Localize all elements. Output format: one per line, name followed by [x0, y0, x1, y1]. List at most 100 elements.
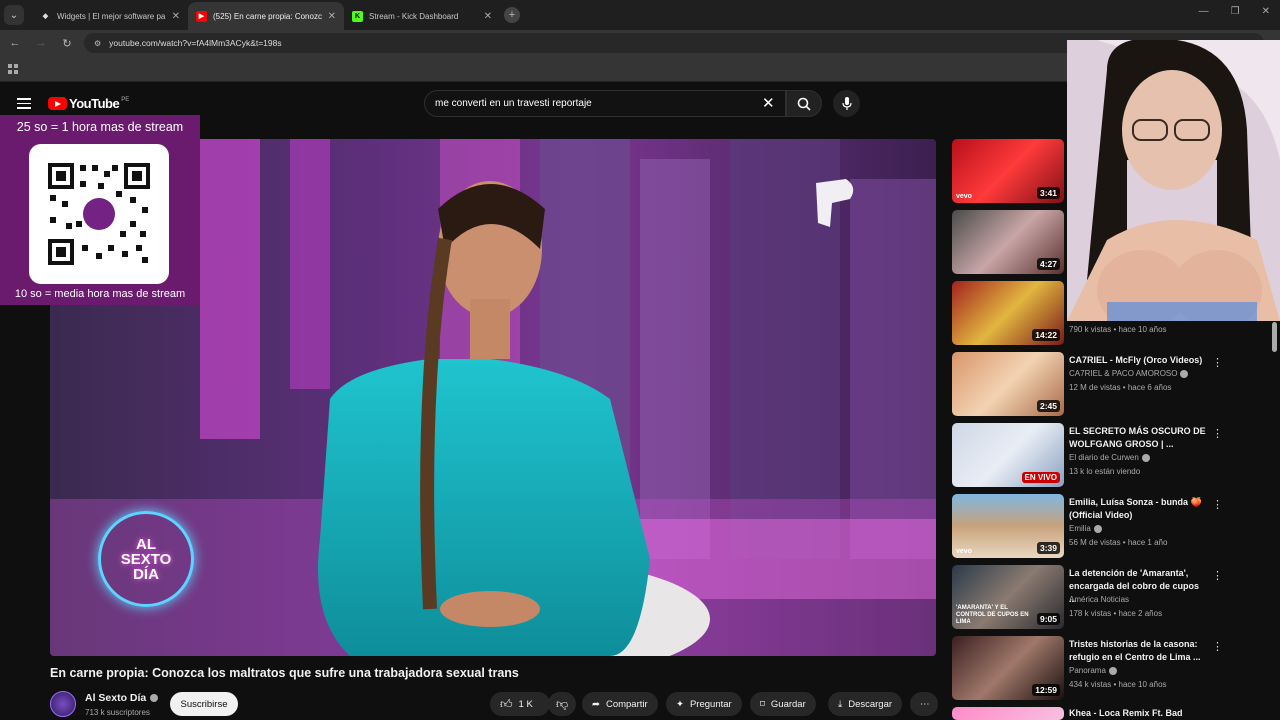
video-thumbnail: EN VIVO — [952, 423, 1064, 487]
thumbs-down-icon: 👎︎ — [556, 696, 569, 711]
video-meta: 12 M de vistas • hace 6 años — [1069, 383, 1172, 392]
sparkle-icon: ✦ — [676, 698, 684, 710]
close-tab-icon[interactable]: ✕ — [172, 11, 180, 22]
kick-icon: K — [352, 10, 363, 22]
video-meta: 790 k vistas • hace 10 años — [1069, 325, 1167, 334]
webcam-frame — [1067, 40, 1280, 321]
donation-top-text: 25 so = 1 hora mas de stream — [16, 120, 184, 134]
forward-icon[interactable]: → — [30, 37, 52, 49]
qr-code-icon — [46, 161, 152, 267]
search-icon — [797, 97, 811, 111]
channel-name: CA7RIEL & PACO AMOROSO — [1069, 369, 1189, 378]
microphone-icon — [841, 96, 852, 110]
donation-bottom-text: 10 so = media hora mas de stream — [14, 288, 186, 300]
screen: ⌄ ◆ Widgets | El mejor software pa ✕ ▶ (… — [0, 0, 1280, 720]
duration-badge: 14:22 — [1032, 329, 1060, 341]
video-meta: 434 k vistas • hace 10 años — [1069, 680, 1167, 689]
dislike-button[interactable]: 👎︎ — [548, 692, 576, 716]
recommendation-item[interactable]: EN VIVO EL SECRETO MÁS OSCURO DE WOLFGAN… — [952, 423, 1272, 489]
reload-icon[interactable]: ↻ — [56, 37, 78, 50]
ask-button[interactable]: ✦ Preguntar — [666, 692, 742, 716]
more-options-icon[interactable]: ⋮ — [1212, 498, 1223, 511]
duration-badge: 2:45 — [1036, 400, 1060, 412]
clear-search-icon[interactable]: ✕ — [762, 94, 775, 112]
channel-name: El diario de Curwen — [1069, 453, 1150, 462]
verified-icon — [150, 694, 159, 702]
video-thumbnail: 'AMARANTA' Y EL CONTROL DE CUPOS EN LIMA… — [952, 565, 1064, 629]
thumbs-up-icon: 👍︎ — [500, 696, 513, 711]
close-window-icon[interactable]: ✕ — [1262, 6, 1270, 17]
duration-badge: 9:05 — [1036, 613, 1060, 625]
recommendation-item[interactable]: vevo 3:39 Emilia, Luísa Sonza - bunda 🍑 … — [952, 494, 1272, 560]
video-thumbnail: vevo 3:39 — [952, 494, 1064, 558]
more-options-icon[interactable]: ⋮ — [1212, 640, 1223, 653]
thumbnail-caption: 'AMARANTA' Y EL CONTROL DE CUPOS EN LIMA — [956, 605, 1029, 625]
site-info-icon[interactable]: ⚙ — [94, 39, 101, 48]
search-input[interactable]: me converti en un travesti reportaje — [424, 90, 786, 117]
more-actions-button[interactable]: ⋯ — [910, 692, 938, 716]
subscribe-button[interactable]: Suscribirse — [170, 692, 238, 716]
back-icon[interactable]: ← — [4, 37, 26, 49]
bookmark-icon: ⌑ — [760, 698, 765, 710]
youtube-logo[interactable]: YouTube PE — [48, 96, 129, 111]
close-tab-icon[interactable]: ✕ — [484, 11, 492, 22]
tab-youtube[interactable]: ▶ (525) En carne propia: Conozca ✕ — [188, 2, 344, 30]
share-button[interactable]: ➦ Compartir — [582, 692, 658, 716]
apps-icon[interactable] — [8, 64, 18, 74]
save-button[interactable]: ⌑ Guardar — [750, 692, 816, 716]
search-button[interactable] — [786, 90, 822, 117]
channel-name[interactable]: Al Sexto Día — [85, 692, 159, 704]
video-thumbnail: 2:45 — [952, 352, 1064, 416]
video-meta: 56 M de vistas • hace 1 año — [1069, 538, 1168, 547]
youtube-play-icon — [48, 97, 67, 110]
vevo-badge: vevo — [956, 193, 972, 200]
widget-icon: ◆ — [42, 13, 49, 20]
video-title: En carne propia: Conozca los maltratos q… — [50, 666, 519, 680]
vevo-badge: vevo — [956, 548, 972, 555]
more-icon: ⋯ — [920, 698, 930, 710]
verified-icon — [1180, 369, 1189, 378]
video-meta: 13 k lo están viendo — [1069, 467, 1141, 476]
recommendation-item[interactable]: 'AMARANTA' Y EL CONTROL DE CUPOS EN LIMA… — [952, 565, 1272, 631]
video-thumbnail: 14:22 — [952, 281, 1064, 345]
more-options-icon[interactable]: ⋮ — [1212, 356, 1223, 369]
video-title: EL SECRETO MÁS OSCURO DE WOLFGANG GROSO … — [1069, 426, 1206, 449]
subscriber-count: 713 k suscriptores — [85, 708, 150, 717]
more-options-icon[interactable]: ⋮ — [1212, 569, 1223, 582]
close-tab-icon[interactable]: ✕ — [328, 11, 336, 22]
scrollbar-thumb[interactable] — [1272, 322, 1277, 352]
browser-tab-bar: ⌄ ◆ Widgets | El mejor software pa ✕ ▶ (… — [0, 0, 1280, 30]
verified-icon — [1108, 666, 1117, 675]
channel-watermark — [810, 177, 860, 238]
webcam-overlay — [1067, 40, 1280, 321]
recommendation-item[interactable]: 12:59 Tristes historias de la casona: re… — [952, 636, 1272, 702]
tab-search-button[interactable]: ⌄ — [4, 5, 24, 25]
download-button[interactable]: ⤓ Descargar — [828, 692, 903, 716]
new-tab-button[interactable]: + — [504, 7, 520, 23]
download-icon: ⤓ — [838, 698, 843, 710]
duration-badge: 12:59 — [1032, 684, 1060, 696]
maximize-icon[interactable]: ❐ — [1231, 6, 1240, 17]
video-thumbnail: 12:59 — [952, 636, 1064, 700]
channel-name: América Noticias — [1069, 595, 1130, 604]
live-badge: EN VIVO — [1021, 472, 1060, 483]
menu-icon[interactable] — [17, 98, 31, 109]
channel-name: Emilia — [1069, 524, 1102, 533]
show-logo: AL SEXTO DÍA — [98, 511, 194, 607]
tab-widgets[interactable]: ◆ Widgets | El mejor software pa ✕ — [32, 2, 188, 30]
minimize-icon[interactable]: — — [1199, 6, 1209, 17]
more-options-icon[interactable]: ⋮ — [1212, 427, 1223, 440]
recommendation-item[interactable]: Khea - Loca Remix Ft. Bad — [952, 707, 1272, 720]
video-title: Tristes historias de la casona: refugio … — [1069, 639, 1201, 662]
verified-icon — [1093, 524, 1102, 533]
channel-name: Panorama — [1069, 666, 1117, 675]
video-title: Khea - Loca Remix Ft. Bad — [1069, 708, 1183, 718]
voice-search-button[interactable] — [833, 90, 860, 117]
recommendation-item[interactable]: 2:45 CA7RIEL - McFly (Orco Videos) CA7RI… — [952, 352, 1272, 418]
like-button[interactable]: 👍︎ 1 K — [490, 692, 550, 716]
tab-kick[interactable]: K Stream - Kick Dashboard ✕ — [344, 2, 500, 30]
share-icon: ➦ — [592, 698, 600, 710]
duration-badge: 3:39 — [1036, 542, 1060, 554]
channel-avatar[interactable] — [50, 691, 76, 717]
youtube-icon: ▶ — [196, 10, 207, 22]
